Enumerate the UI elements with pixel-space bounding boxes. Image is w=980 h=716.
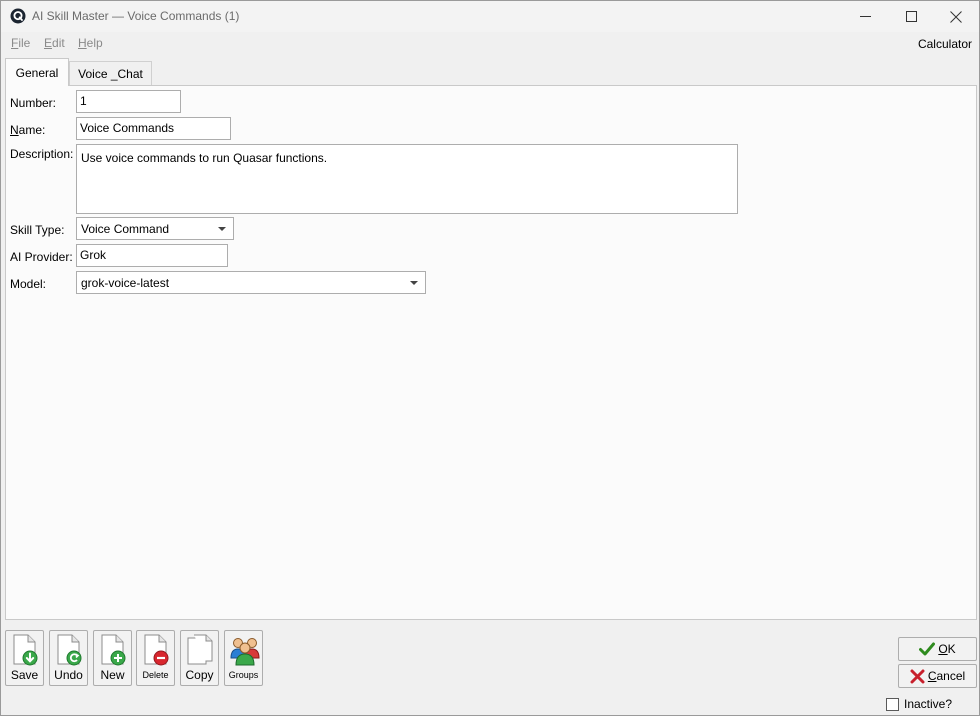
calculator-link[interactable]: Calculator — [918, 37, 972, 51]
skill-type-select[interactable]: Voice Command — [76, 217, 234, 240]
undo-document-icon — [57, 634, 82, 666]
close-icon — [950, 10, 962, 23]
tab-voice-chat[interactable]: Voice _Chat — [69, 61, 152, 85]
groups-label: Groups — [228, 670, 259, 680]
number-field[interactable]: 1 — [76, 90, 181, 113]
menu-edit[interactable]: Edit — [44, 36, 65, 50]
new-button[interactable]: New — [93, 630, 132, 686]
undo-label: Undo — [54, 668, 83, 682]
groups-button[interactable]: Groups — [224, 630, 263, 686]
menu-help[interactable]: Help — [78, 36, 103, 50]
name-field[interactable]: Voice Commands — [76, 117, 231, 140]
model-select[interactable]: grok-voice-latest — [76, 271, 426, 294]
group-people-icon — [230, 638, 260, 666]
menu-file[interactable]: File — [11, 36, 30, 50]
save-document-icon — [13, 634, 38, 666]
cancel-button[interactable]: Cancel — [898, 664, 977, 688]
cancel-label: Cancel — [927, 669, 966, 683]
delete-document-icon — [144, 634, 169, 666]
title-bar: AI Skill Master — Voice Commands (1) — [1, 1, 979, 32]
undo-button[interactable]: Undo — [49, 630, 88, 686]
menu-bar: File Edit Help Calculator — [1, 32, 979, 54]
check-icon — [919, 642, 936, 656]
name-label: Name: — [10, 123, 46, 137]
copy-document-icon — [187, 634, 213, 665]
close-icon — [910, 669, 925, 683]
chevron-down-icon — [218, 227, 226, 231]
ok-button[interactable]: OK — [898, 637, 977, 661]
ok-label: OK — [938, 642, 956, 656]
general-panel: Number: 1 Name: Voice Commands Descripti… — [5, 85, 977, 620]
tab-general[interactable]: General — [5, 58, 69, 86]
maximize-button[interactable] — [888, 1, 934, 32]
app-window: AI Skill Master — Voice Commands (1) Fil… — [0, 0, 980, 716]
window-title: AI Skill Master — Voice Commands (1) — [32, 9, 240, 23]
ai-provider-label: AI Provider: — [10, 250, 73, 264]
quasar-logo-icon — [10, 8, 26, 24]
number-label: Number: — [10, 96, 57, 110]
save-label: Save — [10, 668, 39, 682]
model-value: grok-voice-latest — [81, 276, 170, 290]
description-label: Description: — [10, 147, 74, 161]
close-button[interactable] — [933, 1, 979, 32]
minimize-button[interactable] — [842, 1, 888, 32]
chevron-down-icon — [410, 281, 418, 285]
ai-provider-field[interactable]: Grok — [76, 244, 228, 267]
inactive-checkbox[interactable] — [886, 697, 899, 711]
copy-button[interactable]: Copy — [180, 630, 219, 686]
new-document-icon — [101, 634, 126, 666]
delete-button[interactable]: Delete — [136, 630, 175, 686]
description-field[interactable]: Use voice commands to run Quasar functio… — [76, 144, 738, 214]
maximize-icon — [905, 11, 917, 22]
copy-label: Copy — [185, 668, 214, 682]
skill-type-value: Voice Command — [81, 222, 170, 236]
model-label: Model: — [10, 277, 47, 291]
inactive-toggle[interactable]: Inactive? — [886, 696, 952, 712]
new-label: New — [100, 668, 125, 682]
save-button[interactable]: Save — [5, 630, 44, 686]
minimize-icon — [859, 16, 871, 17]
delete-label: Delete — [142, 670, 169, 680]
inactive-label: Inactive? — [904, 697, 953, 711]
skill-type-label: Skill Type: — [10, 223, 65, 237]
